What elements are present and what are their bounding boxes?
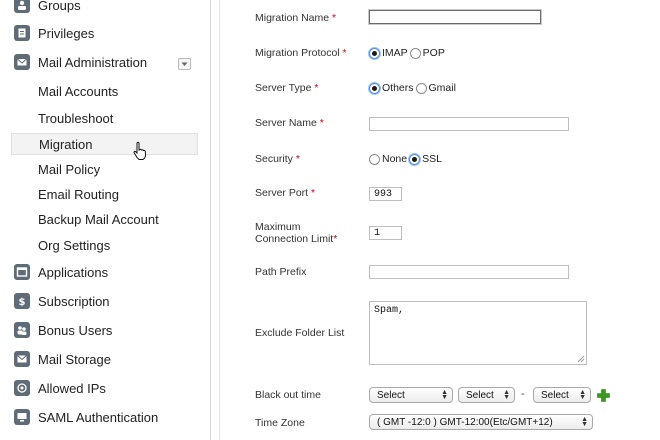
- sidebar-sub-email-routing[interactable]: Email Routing: [38, 184, 119, 204]
- blackout-end-select[interactable]: Select ▲ ▼: [533, 387, 591, 403]
- sidebar-item-label: Applications: [38, 264, 109, 280]
- storage-icon: [14, 351, 30, 367]
- max-connection-label: Maximum Connection Limit*: [255, 221, 338, 245]
- sidebar-item-privileges[interactable]: Privileges: [14, 22, 200, 44]
- sidebar-item-label: Subscription: [38, 293, 110, 309]
- select-value: Select: [466, 389, 494, 401]
- server-type-label: Server Type *: [255, 82, 319, 94]
- sidebar-sub-backup-mail-account[interactable]: Backup Mail Account: [38, 209, 159, 229]
- path-prefix-label: Path Prefix: [255, 266, 307, 278]
- sidebar-item-allowed-ips[interactable]: Allowed IPs: [14, 377, 200, 399]
- users-icon: [14, 322, 30, 338]
- migration-name-input[interactable]: [369, 10, 541, 24]
- add-plus-icon[interactable]: [597, 389, 610, 402]
- sidebar-item-label: Allowed IPs: [38, 380, 106, 396]
- blackout-time-label: Black out time: [255, 389, 321, 401]
- sidebar-item-label: Bonus Users: [38, 322, 113, 338]
- sidebar-item-label: Privileges: [38, 25, 95, 41]
- sidebar-divider: [210, 0, 211, 440]
- server-type-group: Others Gmail: [369, 82, 458, 94]
- blackout-day-select[interactable]: Select ▲ ▼: [369, 387, 453, 403]
- exclude-folder-textarea[interactable]: Spam,: [369, 301, 587, 365]
- ssl-radio[interactable]: [409, 153, 421, 165]
- updown-arrow-icon: ▲ ▼: [441, 389, 448, 401]
- sidebar-item-label: Groups: [38, 0, 81, 13]
- sidebar-item-bonus-users[interactable]: Bonus Users: [14, 319, 200, 341]
- dollar-icon: $: [14, 293, 30, 309]
- exclude-folder-value: Spam,: [374, 305, 405, 316]
- migration-protocol-label: Migration Protocol *: [255, 47, 347, 59]
- gmail-radio[interactable]: [415, 82, 427, 94]
- imap-radio[interactable]: [369, 47, 380, 59]
- security-label: Security *: [255, 153, 300, 165]
- chevron-down-icon: [181, 62, 188, 66]
- blackout-start-select[interactable]: Select ▲ ▼: [458, 387, 515, 403]
- security-group: None SSL: [369, 153, 444, 165]
- select-value: Select: [377, 389, 405, 401]
- time-zone-label: Time Zone: [255, 417, 305, 429]
- sidebar-sub-mail-accounts[interactable]: Mail Accounts: [38, 81, 118, 101]
- sidebar-item-groups[interactable]: Groups: [14, 0, 200, 16]
- sidebar-item-mail-storage[interactable]: Mail Storage: [14, 348, 200, 370]
- server-port-label: Server Port *: [255, 187, 316, 199]
- content-divider: [219, 0, 220, 440]
- sidebar-item-mail-administration[interactable]: Mail Administration: [14, 51, 200, 73]
- server-name-label: Server Name *: [255, 117, 324, 129]
- collapse-toggle-button[interactable]: [178, 58, 191, 70]
- saml-icon: [14, 409, 30, 425]
- sidebar-item-label: SAML Authentication: [38, 409, 159, 425]
- path-prefix-input[interactable]: [369, 265, 569, 279]
- sidebar-sub-migration[interactable]: Migration: [11, 133, 198, 155]
- migration-protocol-group: IMAP POP: [369, 47, 447, 59]
- server-port-input[interactable]: 993: [369, 187, 402, 201]
- max-connection-input[interactable]: 1: [369, 226, 402, 240]
- select-value: ( GMT -12:0 ) GMT-12:00(Etc/GMT+12): [377, 416, 553, 428]
- privileges-icon: [14, 25, 30, 41]
- server-name-input[interactable]: [369, 117, 569, 131]
- updown-arrow-icon: ▲ ▼: [581, 416, 588, 428]
- sidebar-item-label: Mail Storage: [38, 351, 111, 367]
- updown-arrow-icon: ▲ ▼: [503, 389, 510, 401]
- sidebar-sub-org-settings[interactable]: Org Settings: [38, 235, 110, 255]
- groups-icon: [14, 0, 30, 13]
- sidebar-item-applications[interactable]: Applications: [14, 261, 200, 283]
- sidebar: Groups Privileges Mail Administration Ma…: [0, 0, 210, 440]
- others-option-label: Others: [382, 82, 414, 94]
- resize-grip-icon[interactable]: [577, 355, 585, 363]
- sidebar-item-label: Mail Administration: [38, 54, 148, 70]
- gmail-option-label: Gmail: [428, 82, 456, 94]
- sidebar-item-saml-authentication[interactable]: SAML Authentication: [14, 406, 200, 428]
- sidebar-item-subscription[interactable]: $ Subscription: [14, 290, 200, 312]
- mail-icon: [14, 54, 30, 70]
- migration-name-label: Migration Name *: [255, 12, 337, 24]
- svg-text:$: $: [19, 297, 26, 307]
- select-value: Select: [541, 389, 569, 401]
- sidebar-sub-mail-policy[interactable]: Mail Policy: [38, 159, 100, 179]
- sidebar-sub-troubleshoot[interactable]: Troubleshoot: [38, 108, 113, 128]
- pop-option-label: POP: [422, 47, 445, 59]
- range-separator: -: [521, 388, 525, 400]
- others-radio[interactable]: [369, 82, 380, 94]
- applications-icon: [14, 264, 30, 280]
- ssl-option-label: SSL: [422, 153, 442, 165]
- updown-arrow-icon: ▲ ▼: [579, 389, 586, 401]
- hand-cursor-icon: [133, 141, 147, 160]
- none-radio[interactable]: [369, 153, 380, 165]
- imap-option-label: IMAP: [382, 47, 408, 59]
- ip-icon: [14, 380, 30, 396]
- time-zone-select[interactable]: ( GMT -12:0 ) GMT-12:00(Etc/GMT+12) ▲ ▼: [369, 414, 593, 430]
- none-option-label: None: [382, 153, 408, 165]
- exclude-folder-label: Exclude Folder List: [255, 327, 345, 339]
- pop-radio[interactable]: [409, 47, 421, 59]
